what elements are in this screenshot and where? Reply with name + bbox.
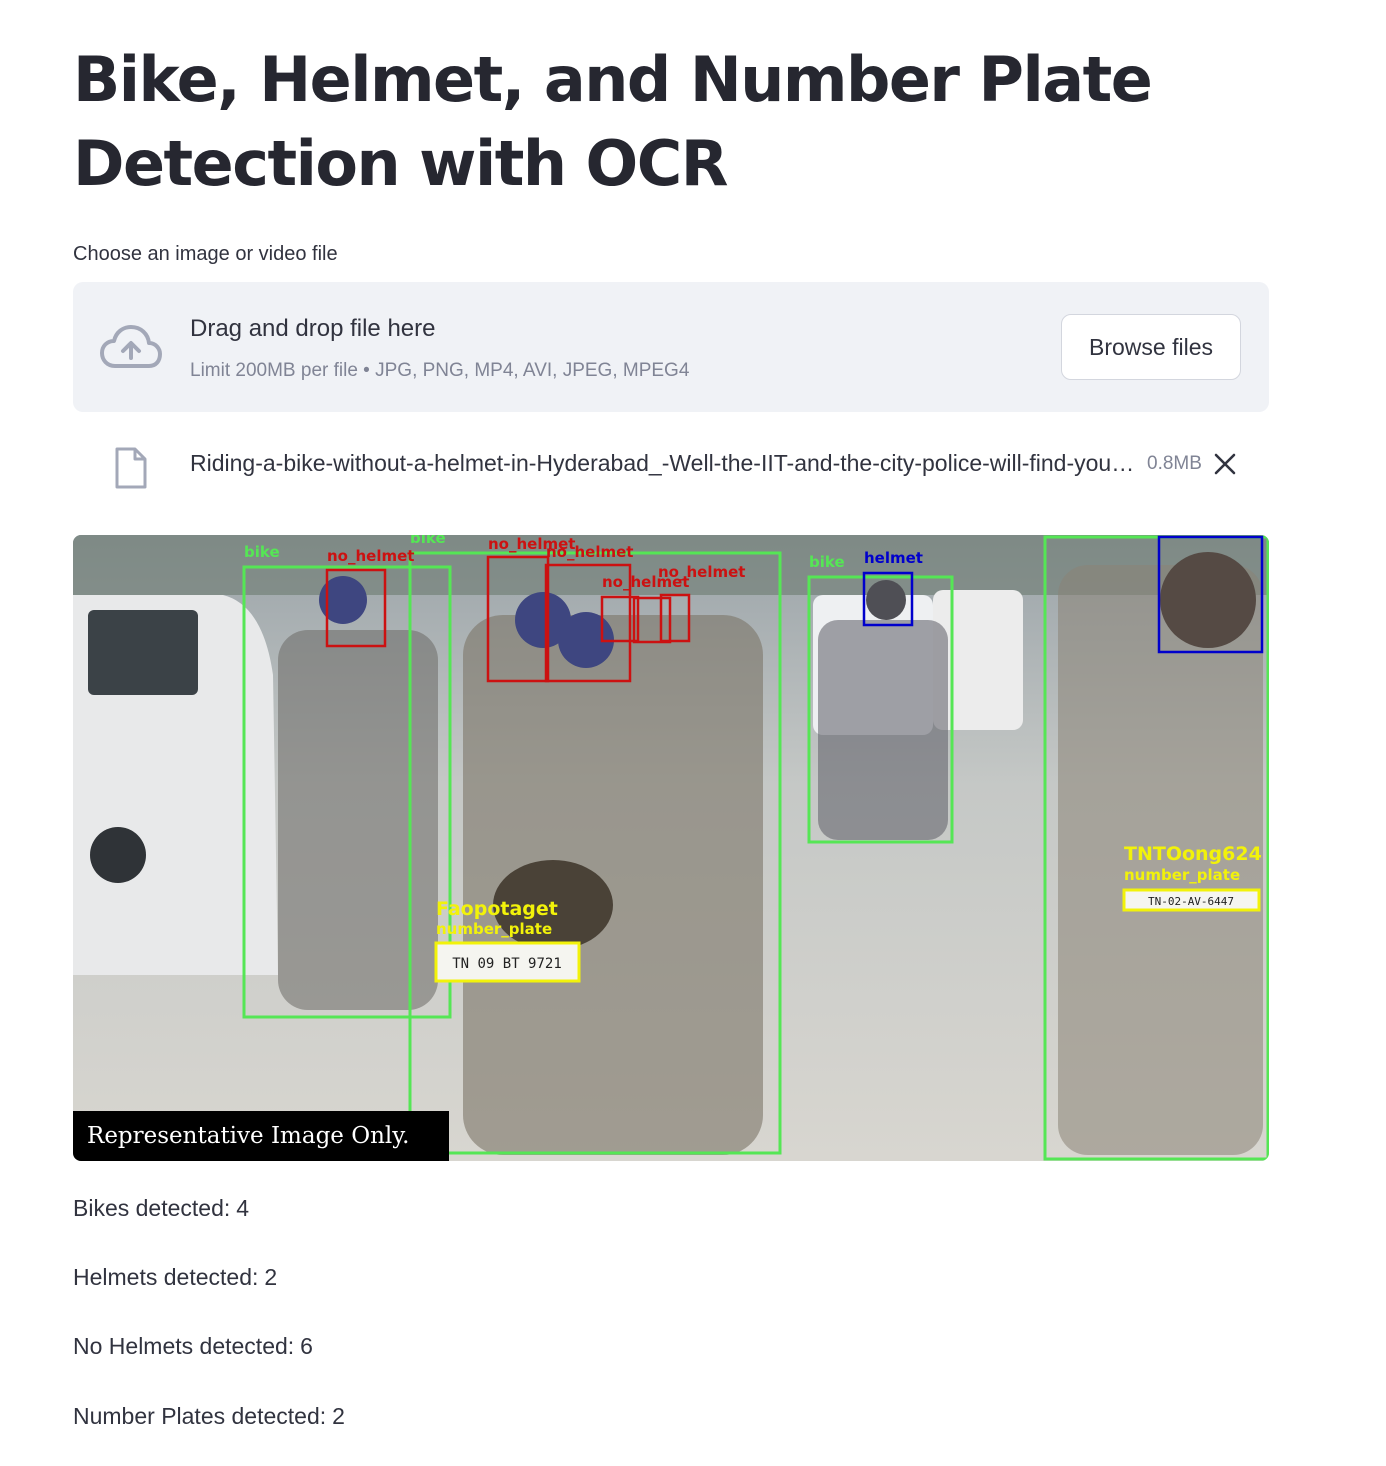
stat-bikes-value: 4 bbox=[236, 1195, 250, 1221]
stat-number-plates-label: Number Plates detected: bbox=[73, 1403, 327, 1429]
number-plate-right: TN-02-AV-6447 bbox=[1122, 888, 1261, 912]
number-plate-left: TN 09 BT 9721 bbox=[434, 941, 581, 983]
plate-label-right: number_plate bbox=[1124, 866, 1240, 884]
stat-helmets-value: 2 bbox=[264, 1264, 278, 1290]
uploaded-file-name: Riding-a-bike-without-a-helmet-in-Hydera… bbox=[190, 450, 1140, 476]
no-helmet-label-1: no_helmet bbox=[327, 547, 414, 565]
stat-no-helmets: No Helmets detected: 6 bbox=[73, 1333, 313, 1360]
svg-text:TN-02-AV-6447: TN-02-AV-6447 bbox=[1148, 895, 1234, 908]
bike-label-2: bike bbox=[410, 535, 446, 547]
ocr-text-left: Faopotaget bbox=[436, 898, 558, 920]
file-icon bbox=[115, 447, 147, 489]
stat-number-plates-value: 2 bbox=[332, 1403, 345, 1429]
file-uploader-label: Choose an image or video file bbox=[73, 243, 338, 265]
dropzone-limit-text: Limit 200MB per file • JPG, PNG, MP4, AV… bbox=[190, 360, 690, 381]
helmet-label-1: helmet bbox=[864, 549, 923, 567]
browse-files-button[interactable]: Browse files bbox=[1061, 314, 1241, 380]
dropzone-instructions: Drag and drop file here bbox=[190, 315, 436, 342]
stat-number-plates: Number Plates detected: 2 bbox=[73, 1403, 345, 1430]
file-dropzone[interactable]: Drag and drop file here Limit 200MB per … bbox=[73, 282, 1269, 412]
cloud-upload-icon bbox=[100, 325, 162, 368]
stat-no-helmets-value: 6 bbox=[300, 1333, 313, 1359]
stat-bikes-label: Bikes detected: bbox=[73, 1195, 231, 1221]
no-helmet-label-3: no_helmet bbox=[546, 543, 633, 561]
stat-bikes: Bikes detected: 4 bbox=[73, 1195, 249, 1222]
detection-result-image: TN 09 BT 9721 TN-02-AV-6447 bike bike bi… bbox=[73, 535, 1269, 1161]
bike-label-1: bike bbox=[244, 543, 280, 561]
uploaded-file-size: 0.8MB bbox=[1147, 453, 1202, 474]
close-icon[interactable] bbox=[1211, 450, 1239, 478]
uploaded-file-row: Riding-a-bike-without-a-helmet-in-Hydera… bbox=[73, 440, 1269, 496]
page-title: Bike, Helmet, and Number Plate Detection… bbox=[73, 43, 1153, 200]
svg-text:TN 09 BT 9721: TN 09 BT 9721 bbox=[452, 956, 562, 972]
stat-helmets: Helmets detected: 2 bbox=[73, 1264, 277, 1291]
no-helmet-label-5: no_helmet bbox=[658, 563, 745, 581]
plate-label-left: number_plate bbox=[436, 920, 552, 938]
ocr-text-right: TNTOong624 bbox=[1124, 843, 1262, 865]
bike-label-3: bike bbox=[809, 553, 845, 571]
annotated-street-photo: TN 09 BT 9721 TN-02-AV-6447 bike bike bi… bbox=[73, 535, 1269, 1161]
stat-no-helmets-label: No Helmets detected: bbox=[73, 1333, 295, 1359]
image-caption: Representative Image Only. bbox=[73, 1111, 449, 1161]
stat-helmets-label: Helmets detected: bbox=[73, 1264, 259, 1290]
